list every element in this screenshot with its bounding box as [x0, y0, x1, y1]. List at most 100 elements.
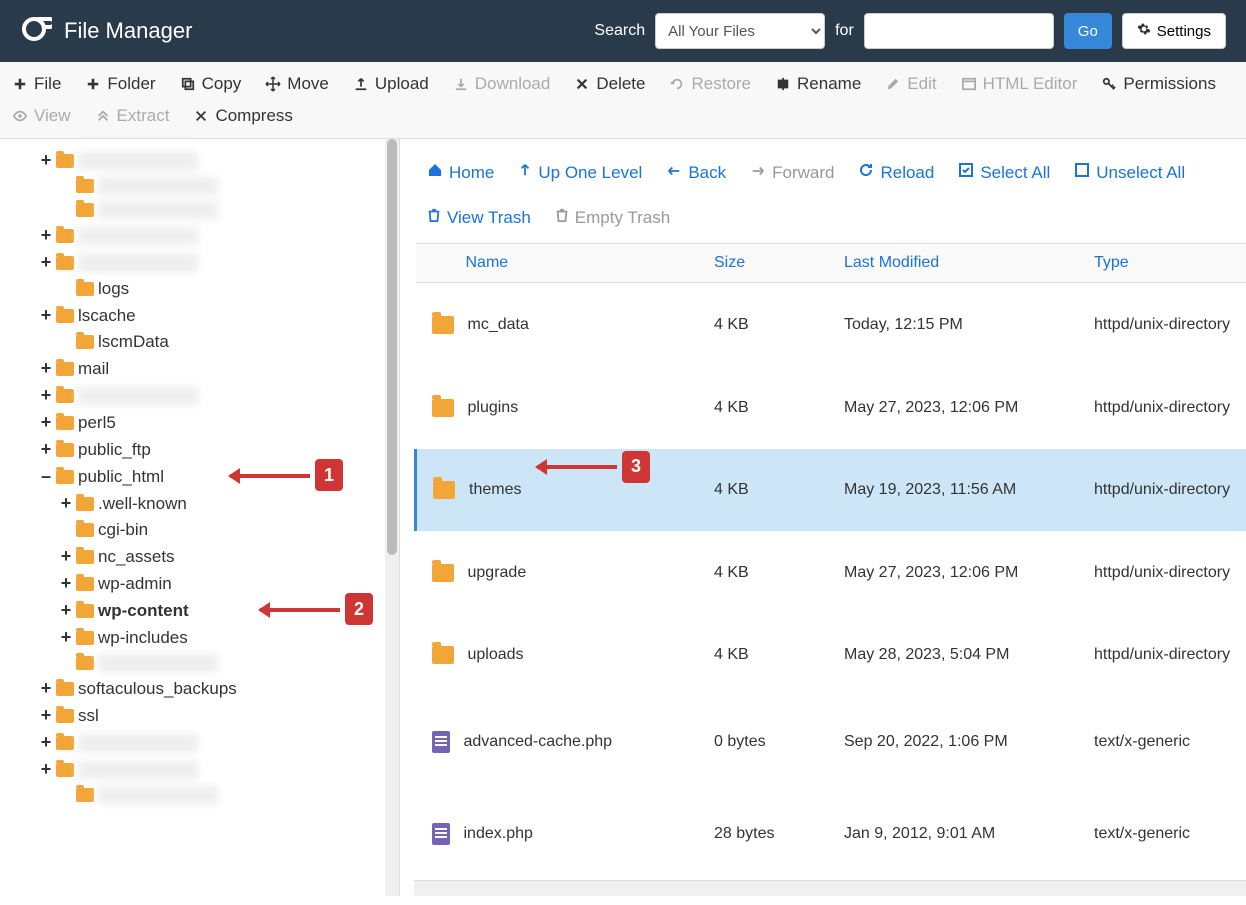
nav-up-one-level[interactable]: Up One Level — [518, 162, 642, 183]
tree-item-redacted-4[interactable]: + — [40, 249, 399, 276]
folder-icon — [56, 736, 74, 750]
nav-view-trash[interactable]: View Trash — [427, 207, 531, 228]
sidebar-scrollbar[interactable] — [385, 139, 399, 896]
tree-toggle-icon[interactable]: + — [40, 305, 52, 326]
back-icon — [666, 163, 682, 183]
tree-item-wp-includes[interactable]: +wp-includes — [40, 624, 399, 651]
delete-icon — [574, 76, 590, 92]
file-name: uploads — [468, 646, 524, 664]
file-modified: May 19, 2023, 11:56 AM — [836, 449, 1086, 532]
toolbar-permissions[interactable]: Permissions — [1101, 70, 1216, 98]
tree-item-redacted-0[interactable]: + — [40, 147, 399, 174]
settings-button[interactable]: Settings — [1122, 13, 1226, 49]
tree-item-mail[interactable]: +mail — [40, 355, 399, 382]
file-modified: Jan 9, 2012, 9:01 AM — [836, 788, 1086, 880]
tree-item-perl5[interactable]: +perl5 — [40, 409, 399, 436]
search-input[interactable] — [864, 13, 1054, 49]
tree-item-redacted-2[interactable] — [40, 198, 399, 222]
tree-toggle-icon[interactable]: + — [60, 627, 72, 648]
nav-reload[interactable]: Reload — [858, 162, 934, 183]
toolbar-compress[interactable]: Compress — [193, 102, 292, 130]
tree-item-public_ftp[interactable]: +public_ftp — [40, 436, 399, 463]
tree-toggle-icon[interactable]: + — [40, 678, 52, 699]
file-row-upgrade[interactable]: upgrade4 KBMay 27, 2023, 12:06 PMhttpd/u… — [416, 531, 1246, 614]
tree-toggle-icon[interactable]: – — [40, 466, 52, 487]
horizontal-scrollbar[interactable] — [414, 880, 1246, 896]
scrollbar-thumb[interactable] — [387, 139, 397, 555]
folder-icon — [76, 550, 94, 564]
toolbar-upload[interactable]: Upload — [353, 70, 429, 98]
tree-item-redacted-24[interactable] — [40, 783, 399, 807]
tree-item-wp-content[interactable]: +wp-content2 — [40, 597, 399, 624]
tree-item-redacted-9[interactable]: + — [40, 382, 399, 409]
folder-icon — [56, 443, 74, 457]
tree-item-lscmData[interactable]: lscmData — [40, 329, 399, 355]
tree-toggle-icon[interactable]: + — [40, 759, 52, 780]
toolbar-extract: Extract — [95, 102, 170, 130]
file-row-index.php[interactable]: index.php28 bytesJan 9, 2012, 9:01 AMtex… — [416, 788, 1246, 880]
tree-toggle-icon[interactable]: + — [40, 385, 52, 406]
nav-select-all[interactable]: Select All — [958, 162, 1050, 183]
folder-icon — [56, 309, 74, 323]
tree-item-softaculous_backups[interactable]: +softaculous_backups — [40, 675, 399, 702]
tree-item-public_html[interactable]: –public_html1 — [40, 463, 399, 490]
toolbar-rename[interactable]: Rename — [775, 70, 861, 98]
nav-home[interactable]: Home — [427, 162, 494, 183]
toolbar-edit: Edit — [885, 70, 936, 98]
folder-icon — [432, 399, 454, 417]
main-toolbar: FileFolderCopyMoveUploadDownloadDeleteRe… — [0, 62, 1246, 139]
col-name[interactable]: Name — [416, 244, 707, 283]
tree-toggle-icon[interactable]: + — [40, 252, 52, 273]
tree-item-redacted-19[interactable] — [40, 651, 399, 675]
tree-toggle-icon[interactable]: + — [60, 493, 72, 514]
rename-icon — [775, 76, 791, 92]
search-label: Search — [594, 22, 645, 40]
tree-item-redacted-3[interactable]: + — [40, 222, 399, 249]
file-row-themes[interactable]: themes34 KBMay 19, 2023, 11:56 AMhttpd/u… — [416, 449, 1246, 532]
tree-toggle-icon[interactable]: + — [60, 573, 72, 594]
file-row-uploads[interactable]: uploads4 KBMay 28, 2023, 5:04 PMhttpd/un… — [416, 614, 1246, 697]
tree-item-.well-known[interactable]: +.well-known — [40, 490, 399, 517]
tree-item-logs[interactable]: logs — [40, 276, 399, 302]
tree-toggle-icon[interactable]: + — [40, 358, 52, 379]
col-size[interactable]: Size — [706, 244, 836, 283]
col-type[interactable]: Type — [1086, 244, 1246, 283]
tree-item-redacted-1[interactable] — [40, 174, 399, 198]
file-modified: May 27, 2023, 12:06 PM — [836, 366, 1086, 449]
gear-icon — [1137, 22, 1151, 40]
file-modified: May 28, 2023, 5:04 PM — [836, 614, 1086, 697]
tree-item-ssl[interactable]: +ssl — [40, 702, 399, 729]
tree-item-nc_assets[interactable]: +nc_assets — [40, 543, 399, 570]
toolbar-view: View — [12, 102, 71, 130]
tree-toggle-icon[interactable]: + — [40, 732, 52, 753]
file-row-advanced-cache.php[interactable]: advanced-cache.php0 bytesSep 20, 2022, 1… — [416, 696, 1246, 788]
tree-item-redacted-22[interactable]: + — [40, 729, 399, 756]
nav-back[interactable]: Back — [666, 162, 726, 183]
toolbar-folder[interactable]: Folder — [85, 70, 155, 98]
search-scope-select[interactable]: All Your Files — [655, 13, 825, 49]
toolbar-delete[interactable]: Delete — [574, 70, 645, 98]
tree-toggle-icon[interactable]: + — [40, 705, 52, 726]
folder-icon — [432, 564, 454, 582]
toolbar-copy[interactable]: Copy — [180, 70, 242, 98]
file-row-plugins[interactable]: plugins4 KBMay 27, 2023, 12:06 PMhttpd/u… — [416, 366, 1246, 449]
toolbar-file[interactable]: File — [12, 70, 61, 98]
tree-item-cgi-bin[interactable]: cgi-bin — [40, 517, 399, 543]
tree-item-lscache[interactable]: +lscache — [40, 302, 399, 329]
toolbar-move[interactable]: Move — [265, 70, 329, 98]
tree-toggle-icon[interactable]: + — [40, 150, 52, 171]
nav-unselect-all[interactable]: Unselect All — [1074, 162, 1185, 183]
tree-item-redacted-23[interactable]: + — [40, 756, 399, 783]
tree-toggle-icon[interactable]: + — [40, 439, 52, 460]
file-row-mc_data[interactable]: mc_data4 KBToday, 12:15 PMhttpd/unix-dir… — [416, 283, 1246, 367]
tree-toggle-icon[interactable]: + — [40, 412, 52, 433]
tree-toggle-icon[interactable]: + — [40, 225, 52, 246]
tree-toggle-icon[interactable]: + — [60, 546, 72, 567]
file-size: 4 KB — [706, 449, 836, 532]
col-modified[interactable]: Last Modified — [836, 244, 1086, 283]
tree-toggle-icon[interactable]: + — [60, 600, 72, 621]
folder-icon — [56, 256, 74, 270]
go-button[interactable]: Go — [1064, 13, 1112, 49]
toolbar-restore: Restore — [669, 70, 751, 98]
tree-item-wp-admin[interactable]: +wp-admin — [40, 570, 399, 597]
